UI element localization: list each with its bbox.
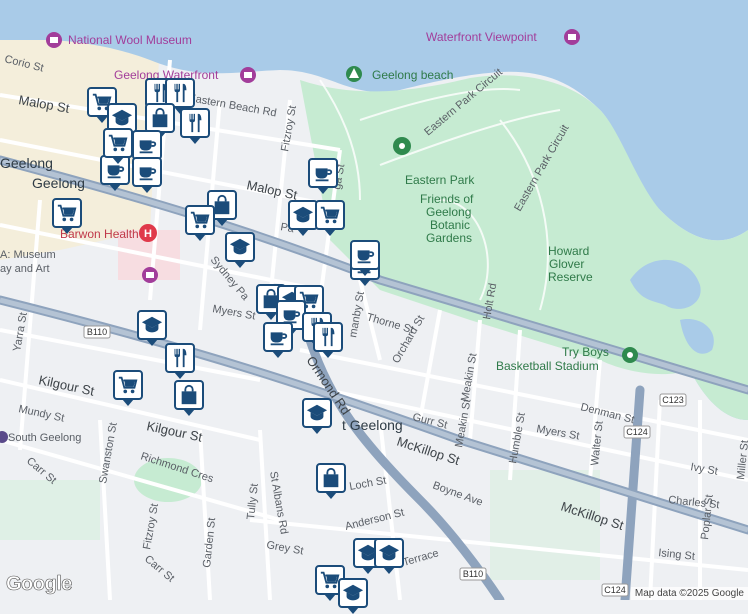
- marker-school[interactable]: [137, 310, 167, 340]
- marker-coffee[interactable]: [308, 158, 338, 188]
- place-label: Botanic: [430, 218, 470, 232]
- tree-icon[interactable]: [346, 66, 362, 82]
- coffee-icon: [267, 326, 289, 348]
- place-label: Try Boys: [562, 345, 609, 359]
- school-icon: [292, 204, 314, 226]
- marker-coffee[interactable]: [132, 130, 162, 160]
- cart-icon: [107, 132, 129, 154]
- place-label: South Geelong: [8, 432, 81, 444]
- school-icon: [111, 107, 133, 129]
- school-icon: [342, 582, 364, 604]
- school-icon: [229, 236, 251, 258]
- marker-bag[interactable]: [174, 380, 204, 410]
- place-label: Glover: [549, 257, 584, 271]
- marker-cutlery[interactable]: [180, 108, 210, 138]
- marker-school[interactable]: [302, 398, 332, 428]
- marker-school[interactable]: [288, 200, 318, 230]
- school-icon: [141, 314, 163, 336]
- place-label: Reserve: [548, 270, 593, 284]
- place-label: ay and Art: [0, 263, 50, 275]
- route-shield: C124: [623, 425, 651, 439]
- marker-coffee[interactable]: [132, 157, 162, 187]
- coffee-icon: [136, 134, 158, 156]
- svg-text:C124: C124: [604, 585, 626, 595]
- cart-icon: [319, 204, 341, 226]
- cart-icon: [189, 209, 211, 231]
- route-shield: B110: [459, 567, 487, 581]
- coffee-icon: [312, 162, 334, 184]
- museum-icon[interactable]: [46, 32, 62, 48]
- svg-text:C124: C124: [626, 427, 648, 437]
- cart-icon: [56, 202, 78, 224]
- place-label: National Wool Museum: [68, 33, 192, 47]
- marker-cart[interactable]: [103, 128, 133, 158]
- google-logo: Google: [6, 573, 73, 596]
- bag-icon: [320, 467, 342, 489]
- svg-text:C123: C123: [662, 395, 684, 405]
- cutlery-icon: [169, 347, 191, 369]
- route-shield: B110: [83, 325, 111, 339]
- marker-bag[interactable]: [145, 103, 175, 133]
- place-label: Geelong: [426, 205, 471, 219]
- coffee-icon: [354, 244, 376, 266]
- marker-school[interactable]: [225, 232, 255, 262]
- marker-cart[interactable]: [113, 370, 143, 400]
- marker-coffee[interactable]: [263, 322, 293, 352]
- place-label: Waterfront Viewpoint: [426, 30, 537, 44]
- marker-school[interactable]: [374, 538, 404, 568]
- cutlery-icon: [317, 326, 339, 348]
- marker-school[interactable]: [338, 578, 368, 608]
- route-shield: C124: [601, 583, 629, 597]
- marker-coffee[interactable]: [350, 240, 380, 270]
- place-label: Gardens: [426, 231, 472, 245]
- marker-cutlery[interactable]: [313, 322, 343, 352]
- place-label: Howard: [548, 244, 589, 258]
- museum-icon[interactable]: [142, 267, 158, 283]
- svg-text:B110: B110: [87, 327, 107, 337]
- camera-icon[interactable]: [240, 67, 256, 83]
- flower-icon[interactable]: [393, 137, 411, 155]
- cutlery-icon: [169, 82, 191, 104]
- route-shield: C123: [659, 393, 687, 407]
- bag-icon: [149, 107, 171, 129]
- marker-cart[interactable]: [52, 198, 82, 228]
- place-label: Geelong: [0, 155, 53, 171]
- svg-text:B110: B110: [463, 569, 483, 579]
- hospital-icon[interactable]: H: [139, 224, 157, 242]
- bag-icon: [178, 384, 200, 406]
- coffee-icon: [136, 161, 158, 183]
- place-label: Geelong beach: [372, 68, 453, 82]
- place-label: Eastern Park: [405, 173, 475, 187]
- place-label: t Geelong: [342, 417, 403, 433]
- marker-cart[interactable]: [315, 200, 345, 230]
- place-label: A: Museum: [0, 249, 56, 261]
- school-icon: [378, 542, 400, 564]
- cart-icon: [117, 374, 139, 396]
- marker-cart[interactable]: [185, 205, 215, 235]
- map-attribution[interactable]: Map data ©2025 Google: [630, 587, 748, 600]
- viewpoint-icon[interactable]: [564, 29, 580, 45]
- marker-bag[interactable]: [316, 463, 346, 493]
- stadium-icon[interactable]: [622, 347, 638, 363]
- school-icon: [306, 402, 328, 424]
- place-label: Basketball Stadium: [496, 359, 599, 373]
- cutlery-icon: [184, 112, 206, 134]
- place-label: Friends of: [420, 192, 474, 206]
- place-label: Geelong: [32, 175, 85, 191]
- marker-cutlery[interactable]: [165, 343, 195, 373]
- svg-text:H: H: [144, 228, 152, 240]
